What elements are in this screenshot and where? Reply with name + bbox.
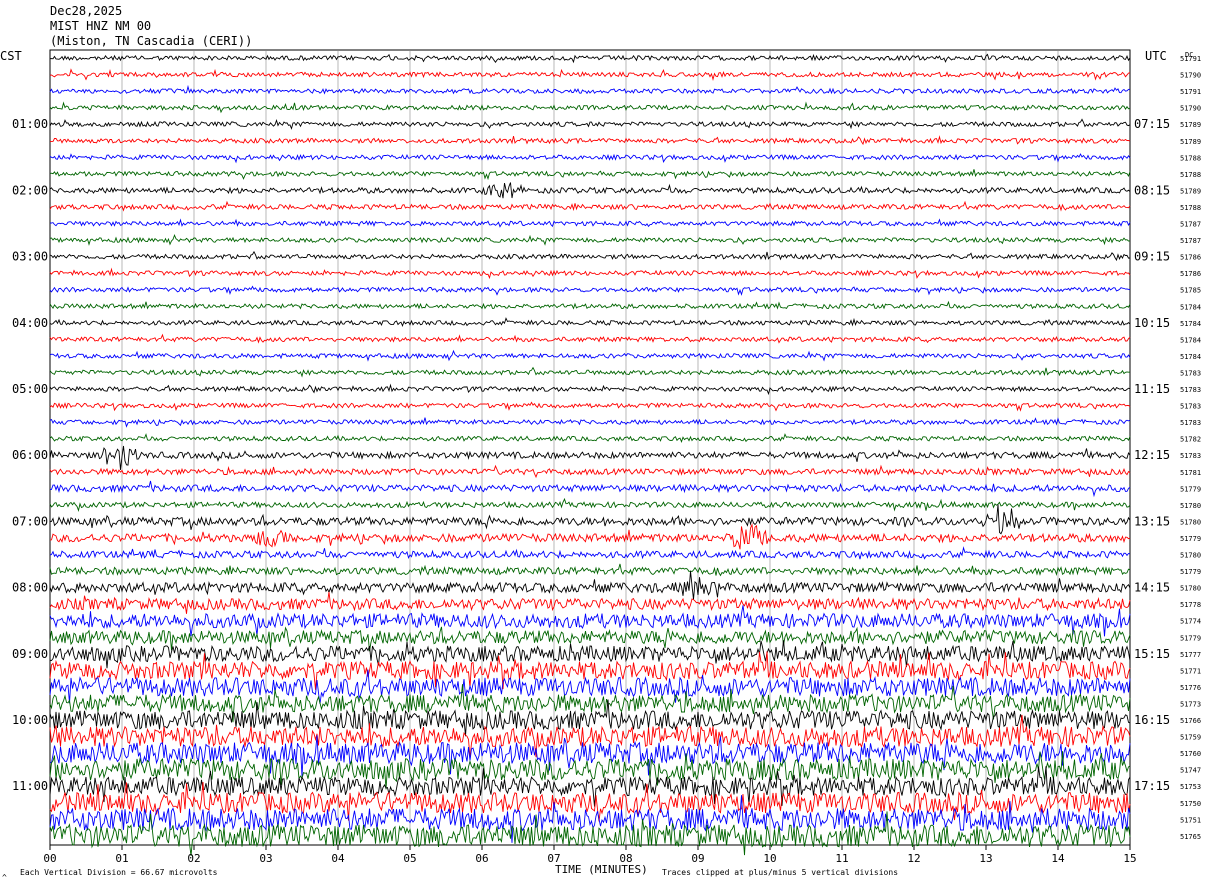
dc-offset-label: 51790: [1180, 72, 1201, 80]
right-hour-label: 10:15: [1134, 316, 1170, 330]
dc-offset-label: 51789: [1180, 187, 1201, 195]
right-hour-label: 09:15: [1134, 250, 1170, 264]
dc-offset-label: 51785: [1180, 287, 1201, 295]
x-tick-label: 11: [835, 852, 848, 865]
x-tick-label: 15: [1123, 852, 1136, 865]
left-timezone-label: CST: [0, 49, 22, 63]
right-hour-label: 16:15: [1134, 713, 1170, 727]
left-hour-label: 04:00: [12, 316, 48, 330]
right-hour-label: 08:15: [1134, 183, 1170, 197]
x-tick-label: 01: [115, 852, 128, 865]
dc-offset-label: 51774: [1180, 618, 1201, 626]
left-hour-label: 11:00: [12, 779, 48, 793]
dc-offset-label: 51791: [1180, 55, 1201, 63]
dc-offset-label: 51779: [1180, 568, 1201, 576]
dc-offset-label: 51783: [1180, 386, 1201, 394]
x-tick-label: 03: [259, 852, 272, 865]
dc-offset-label: 51782: [1180, 436, 1201, 444]
dc-offset-label: 51786: [1180, 270, 1201, 278]
left-hour-label: 02:00: [12, 183, 48, 197]
dc-offset-label: 51779: [1180, 634, 1201, 642]
right-hour-label: 15:15: [1134, 647, 1170, 661]
left-hour-label: 03:00: [12, 250, 48, 264]
dc-offset-label: 51790: [1180, 105, 1201, 113]
dc-offset-label: 51765: [1180, 833, 1201, 841]
dc-offset-label: 51747: [1180, 767, 1201, 775]
dc-offset-label: 51773: [1180, 700, 1201, 708]
dc-offset-label: 51784: [1180, 320, 1201, 328]
left-hour-label: 05:00: [12, 382, 48, 396]
x-tick-label: 00: [43, 852, 56, 865]
seismogram-chart: CST UTC DC TIME (MINUTES) Each Vertical …: [0, 49, 1201, 882]
dc-offset-label: 51759: [1180, 734, 1201, 742]
dc-offset-label: 51780: [1180, 585, 1201, 593]
x-tick-label: 10: [763, 852, 776, 865]
dc-offset-label: 51783: [1180, 452, 1201, 460]
dc-offset-label: 51760: [1180, 750, 1201, 758]
x-tick-label: 14: [1051, 852, 1065, 865]
dc-offset-label: 51784: [1180, 303, 1201, 311]
x-tick-label: 06: [475, 852, 488, 865]
dc-offset-label: 51784: [1180, 353, 1201, 361]
dc-offset-label: 51766: [1180, 717, 1201, 725]
dc-offset-label: 51776: [1180, 684, 1201, 692]
dc-offset-label: 51771: [1180, 667, 1201, 675]
footer-clipping-note: Traces clipped at plus/minus 5 vertical …: [662, 868, 898, 877]
dc-offset-label: 51779: [1180, 535, 1201, 543]
dc-offset-label: 51780: [1180, 502, 1201, 510]
right-hour-label: 11:15: [1134, 382, 1170, 396]
left-hour-label: 08:00: [12, 581, 48, 595]
x-tick-label: 02: [187, 852, 200, 865]
dc-offset-label: 51783: [1180, 419, 1201, 427]
x-tick-label: 04: [331, 852, 345, 865]
x-tick-label: 08: [619, 852, 632, 865]
dc-offset-label: 51753: [1180, 783, 1201, 791]
dc-offset-label: 51780: [1180, 552, 1201, 560]
right-hour-label: 17:15: [1134, 779, 1170, 793]
dc-offset-label: 51781: [1180, 469, 1201, 477]
left-hour-label: 07:00: [12, 514, 48, 528]
footer-vertical-division: Each Vertical Division = 66.67 microvolt…: [20, 868, 218, 877]
left-hour-label: 09:00: [12, 647, 48, 661]
dc-offset-label: 51783: [1180, 369, 1201, 377]
x-tick-label: 05: [403, 852, 416, 865]
dc-offset-label: 51791: [1180, 88, 1201, 96]
left-hour-label: 06:00: [12, 448, 48, 462]
dc-offset-label: 51783: [1180, 403, 1201, 411]
left-hour-label: 10:00: [12, 713, 48, 727]
right-timezone-label: UTC: [1145, 49, 1167, 63]
x-axis-title: TIME (MINUTES): [555, 863, 648, 876]
dc-offset-label: 51751: [1180, 816, 1201, 824]
dc-offset-label: 51786: [1180, 254, 1201, 262]
dc-offset-label: 51780: [1180, 518, 1201, 526]
x-tick-label: 12: [907, 852, 920, 865]
corner-mark: ^: [2, 873, 7, 882]
dc-offset-label: 51788: [1180, 204, 1201, 212]
dc-offset-label: 51787: [1180, 237, 1201, 245]
x-tick-label: 13: [979, 852, 992, 865]
dc-offset-label: 51788: [1180, 154, 1201, 162]
dc-offset-label: 51779: [1180, 485, 1201, 493]
right-hour-label: 07:15: [1134, 117, 1170, 131]
right-hour-label: 12:15: [1134, 448, 1170, 462]
x-tick-label: 09: [691, 852, 704, 865]
left-hour-label: 01:00: [12, 117, 48, 131]
x-tick-label: 07: [547, 852, 560, 865]
dc-offset-label: 51787: [1180, 221, 1201, 229]
dc-offset-label: 51789: [1180, 121, 1201, 129]
dc-offset-label: 51777: [1180, 651, 1201, 659]
right-hour-label: 14:15: [1134, 581, 1170, 595]
dc-offset-label: 51789: [1180, 138, 1201, 146]
right-hour-label: 13:15: [1134, 514, 1170, 528]
dc-offset-label: 51788: [1180, 171, 1201, 179]
dc-offset-label: 51784: [1180, 336, 1201, 344]
dc-offset-label: 51750: [1180, 800, 1201, 808]
dc-offset-label: 51778: [1180, 601, 1201, 609]
